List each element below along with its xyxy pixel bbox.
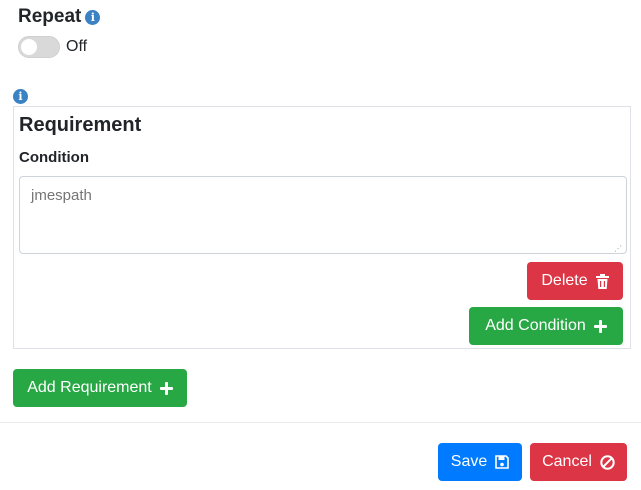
floppy-disk-icon: [495, 455, 510, 469]
delete-condition-button[interactable]: Delete: [527, 262, 623, 300]
add-requirement-button[interactable]: Add Requirement: [13, 369, 187, 407]
plus-icon: [159, 381, 173, 395]
plus-icon: [593, 319, 607, 333]
requirement-heading: Requirement: [19, 114, 142, 136]
info-icon[interactable]: i: [13, 89, 28, 104]
trash-icon: [595, 273, 609, 289]
delete-button-label: Delete: [541, 272, 588, 289]
repeat-title: Repeat: [18, 6, 82, 27]
repeat-requirement-form: Repeat i Off i Requirement Condition ⋰ D…: [0, 0, 641, 490]
add-condition-label: Add Condition: [485, 317, 586, 334]
ban-icon: [600, 454, 615, 470]
repeat-toggle-label: Off: [66, 38, 88, 55]
save-button[interactable]: Save: [438, 443, 522, 481]
save-button-label: Save: [450, 453, 488, 470]
requirement-panel: Requirement Condition ⋰ Delete Add Condi…: [13, 106, 631, 349]
repeat-toggle-switch[interactable]: [18, 36, 60, 58]
cancel-button[interactable]: Cancel: [530, 443, 627, 481]
footer-divider: [0, 422, 641, 423]
condition-input[interactable]: [19, 176, 627, 254]
toggle-knob: [21, 39, 37, 55]
add-condition-button[interactable]: Add Condition: [469, 307, 623, 345]
info-icon[interactable]: i: [85, 9, 101, 25]
repeat-header: Repeat i: [18, 6, 101, 28]
repeat-toggle-group: Off: [18, 36, 87, 58]
resize-grip-icon[interactable]: ⋰: [614, 245, 622, 253]
cancel-button-label: Cancel: [542, 453, 592, 470]
condition-label: Condition: [19, 149, 89, 166]
add-requirement-label: Add Requirement: [27, 379, 152, 396]
